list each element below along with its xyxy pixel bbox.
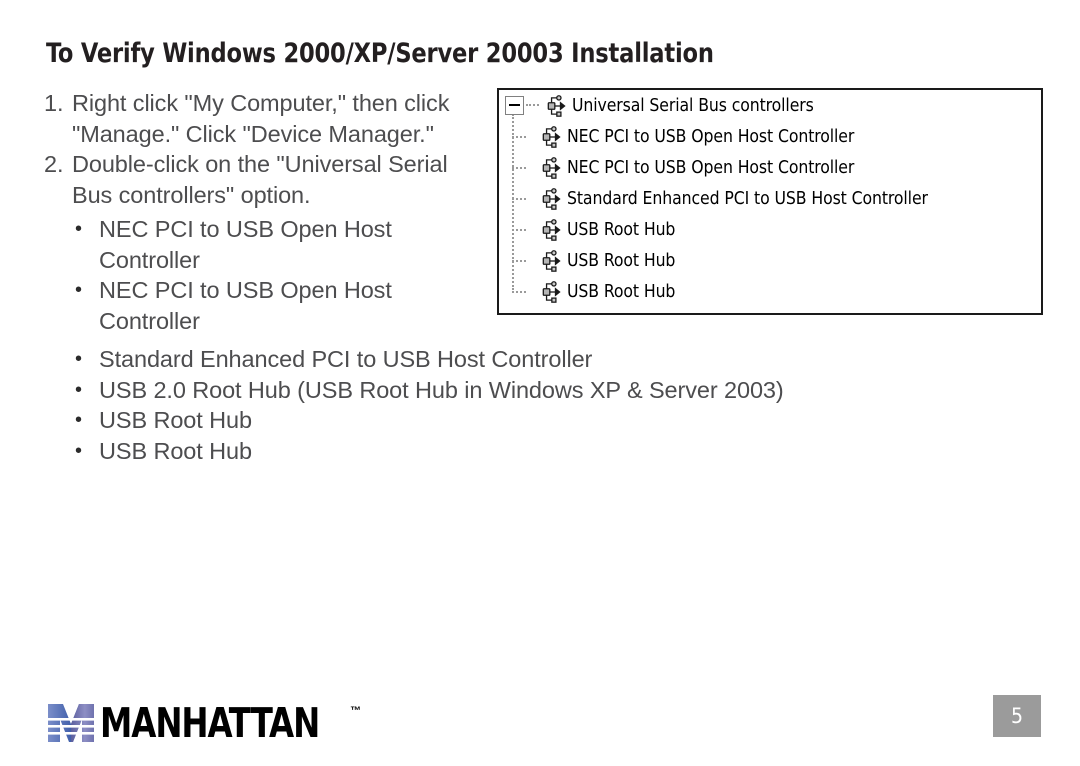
- list-item: USB 2.0 Root Hub (USB Root Hub in Window…: [75, 375, 1025, 406]
- page-number-badge: 5: [993, 695, 1041, 737]
- tree-connector-icon: [512, 291, 526, 293]
- trademark-symbol: ™: [350, 705, 362, 717]
- tree-node-nec-pci-to-usb-open-host-controller-2[interactable]: NEC PCI to USB Open Host Controller: [499, 152, 1041, 183]
- step-2-line-1: Double-click on the "Universal Serial: [72, 151, 448, 177]
- tree-node-usb-root-hub-2[interactable]: USB Root Hub: [499, 245, 1041, 276]
- usb-controller-icon: [542, 218, 561, 241]
- tree-connector-icon: [512, 167, 526, 169]
- list-item: NEC PCI to USB Open Host: [44, 214, 474, 245]
- instructions-column: 1. Right click "My Computer," then click…: [44, 88, 474, 336]
- bullet-dot-icon: [75, 436, 99, 467]
- usb-controller-icon: [542, 125, 561, 148]
- tree-connector-icon: [512, 229, 526, 231]
- tree-connector-icon: [512, 198, 526, 200]
- list-item-continuation: Controller: [44, 306, 474, 337]
- list-item: NEC PCI to USB Open Host: [44, 275, 474, 306]
- indented-bullet-list: NEC PCI to USB Open Host Controller NEC …: [44, 214, 474, 336]
- brand-wordmark: MANHATTAN: [100, 698, 320, 747]
- list-item: USB Root Hub: [75, 405, 1025, 436]
- instruction-step-2: 2. Double-click on the "Universal Serial: [44, 149, 474, 180]
- bullet-dot-icon: [75, 275, 99, 306]
- tree-node-label: USB Root Hub: [567, 218, 676, 240]
- bullet-dot-icon: [75, 344, 99, 375]
- bullet-dot-icon: [75, 405, 99, 436]
- usb-controller-icon: [542, 280, 561, 303]
- tree-node-label: NEC PCI to USB Open Host Controller: [567, 125, 855, 147]
- step-1-marker: 1.: [44, 90, 64, 116]
- tree-node-usb-root-hub-1[interactable]: USB Root Hub: [499, 214, 1041, 245]
- tree-connector-icon: [526, 104, 539, 107]
- tree-node-label: Standard Enhanced PCI to USB Host Contro…: [567, 187, 928, 209]
- tree-connector-icon: [512, 136, 526, 138]
- tree-node-label: NEC PCI to USB Open Host Controller: [567, 156, 855, 178]
- bullet-label: NEC PCI to USB Open Host: [99, 216, 392, 242]
- step-2-marker: 2.: [44, 151, 64, 177]
- manhattan-emblem-icon: [46, 704, 96, 742]
- tree-connector-icon: [512, 260, 526, 262]
- usb-controller-icon: [547, 94, 566, 117]
- usb-controller-icon: [542, 187, 561, 210]
- bullet-label: USB Root Hub: [99, 407, 252, 433]
- tree-node-label: Universal Serial Bus controllers: [572, 94, 814, 116]
- collapse-minus-icon[interactable]: [505, 96, 524, 115]
- bullet-dot-icon: [75, 375, 99, 406]
- usb-controller-icon: [542, 156, 561, 179]
- tree-node-standard-enhanced-pci-to-usb-host-controller[interactable]: Standard Enhanced PCI to USB Host Contro…: [499, 183, 1041, 214]
- tree-node-usb-root-hub-3[interactable]: USB Root Hub: [499, 276, 1041, 307]
- step-1-line-2: "Manage." Click "Device Manager.": [72, 120, 434, 147]
- usb-controller-icon: [542, 249, 561, 272]
- list-item-continuation: Controller: [44, 245, 474, 276]
- page-title: To Verify Windows 2000/XP/Server 20003 I…: [46, 38, 714, 69]
- instruction-step-2-cont: Bus controllers" option.: [44, 180, 474, 211]
- bullet-label-continuation: Controller: [99, 246, 200, 273]
- instruction-step-1-cont: "Manage." Click "Device Manager.": [44, 119, 474, 150]
- instruction-step-1: 1. Right click "My Computer," then click: [44, 88, 474, 119]
- bullet-dot-icon: [75, 214, 99, 245]
- bullet-label-continuation: Controller: [99, 307, 200, 334]
- step-1-line-1: Right click "My Computer," then click: [72, 90, 450, 116]
- bullet-label: USB Root Hub: [99, 437, 252, 464]
- bullet-label: Standard Enhanced PCI to USB Host Contro…: [99, 346, 593, 372]
- device-manager-screenshot: Universal Serial Bus controllers NEC PCI…: [497, 88, 1043, 315]
- tree-node-universal-serial-bus-controllers[interactable]: Universal Serial Bus controllers: [499, 90, 1041, 121]
- list-item: Standard Enhanced PCI to USB Host Contro…: [75, 344, 1025, 375]
- brand-logo: MANHATTAN ™: [46, 700, 361, 746]
- page-number-value: 5: [1010, 703, 1024, 728]
- device-bullet-list: Standard Enhanced PCI to USB Host Contro…: [75, 344, 1025, 466]
- bullet-label: USB 2.0 Root Hub (USB Root Hub in Window…: [99, 376, 784, 403]
- step-2-line-2: Bus controllers" option.: [72, 181, 311, 208]
- list-item: USB Root Hub: [75, 436, 1025, 467]
- tree-node-nec-pci-to-usb-open-host-controller-1[interactable]: NEC PCI to USB Open Host Controller: [499, 121, 1041, 152]
- tree-node-label: USB Root Hub: [567, 280, 676, 302]
- tree-node-label: USB Root Hub: [567, 249, 676, 271]
- bullet-label: NEC PCI to USB Open Host: [99, 277, 392, 303]
